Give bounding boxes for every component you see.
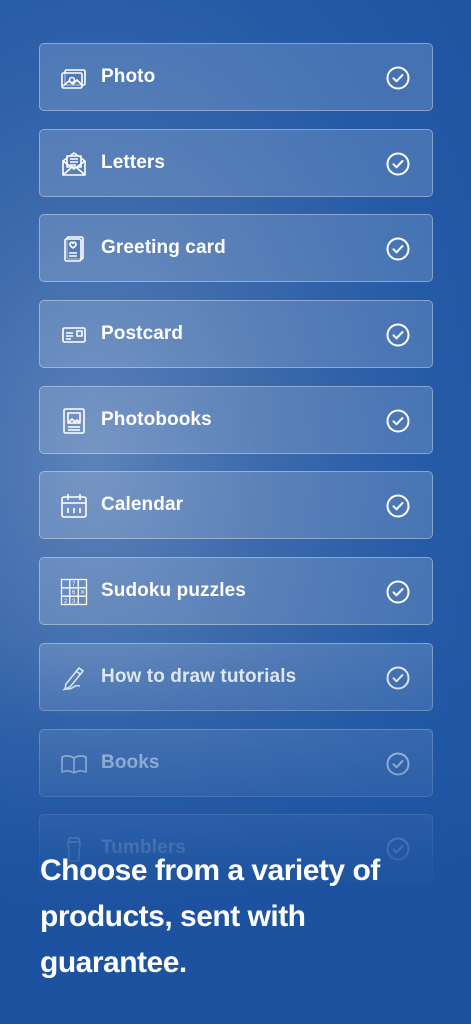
calendar-icon xyxy=(60,492,88,520)
product-item-greeting-card[interactable]: Greeting card xyxy=(39,214,433,283)
greeting-card-icon xyxy=(60,235,88,263)
product-item-label: Sudoku puzzles xyxy=(101,580,246,602)
product-item-postcard[interactable]: Postcard xyxy=(39,300,433,369)
check-circle-icon xyxy=(386,152,410,176)
check-circle-icon xyxy=(386,237,410,261)
check-circle-icon xyxy=(386,666,410,690)
photo-icon xyxy=(60,64,88,92)
product-item-books[interactable]: Books xyxy=(39,728,433,797)
check-circle-icon xyxy=(386,580,410,604)
svg-text:6: 6 xyxy=(72,590,76,596)
product-item-letters[interactable]: Letters xyxy=(39,128,433,197)
product-item-label: Photobooks xyxy=(101,408,212,430)
product-item-label: Postcard xyxy=(101,323,184,345)
product-item-label: Books xyxy=(101,751,160,773)
check-circle-icon xyxy=(386,409,410,433)
product-item-label: How to draw tutorials xyxy=(101,665,297,687)
svg-text:✕: ✕ xyxy=(80,590,85,596)
postcard-icon xyxy=(60,321,88,349)
check-circle-icon xyxy=(386,494,410,518)
product-item-photo[interactable]: Photo xyxy=(39,43,433,111)
check-circle-icon xyxy=(386,323,410,347)
open-book-icon xyxy=(60,750,88,778)
sudoku-grid-icon: 7 6 ✕ 2 3 xyxy=(60,578,88,606)
product-item-calendar[interactable]: Calendar xyxy=(39,471,433,540)
pencil-draw-icon xyxy=(60,664,88,692)
product-item-photobooks[interactable]: Photobooks xyxy=(39,385,433,454)
product-item-label: Photo xyxy=(101,66,156,87)
headline: Choose from a variety of products, sent … xyxy=(40,854,380,979)
product-item-how-to-draw[interactable]: How to draw tutorials xyxy=(39,642,433,711)
photobook-icon xyxy=(60,407,88,435)
check-circle-icon xyxy=(386,66,410,90)
product-item-label: Calendar xyxy=(101,494,184,516)
product-item-label: Greeting card xyxy=(101,237,226,259)
check-circle-icon xyxy=(386,752,410,776)
svg-text:7: 7 xyxy=(72,582,76,588)
product-item-label: Letters xyxy=(101,151,166,173)
product-list: Photo Letters Greeting card Postcard Pho… xyxy=(39,43,433,900)
product-item-sudoku[interactable]: 7 6 ✕ 2 3 Sudoku puzzles xyxy=(39,557,433,626)
letter-envelope-icon xyxy=(60,150,88,178)
